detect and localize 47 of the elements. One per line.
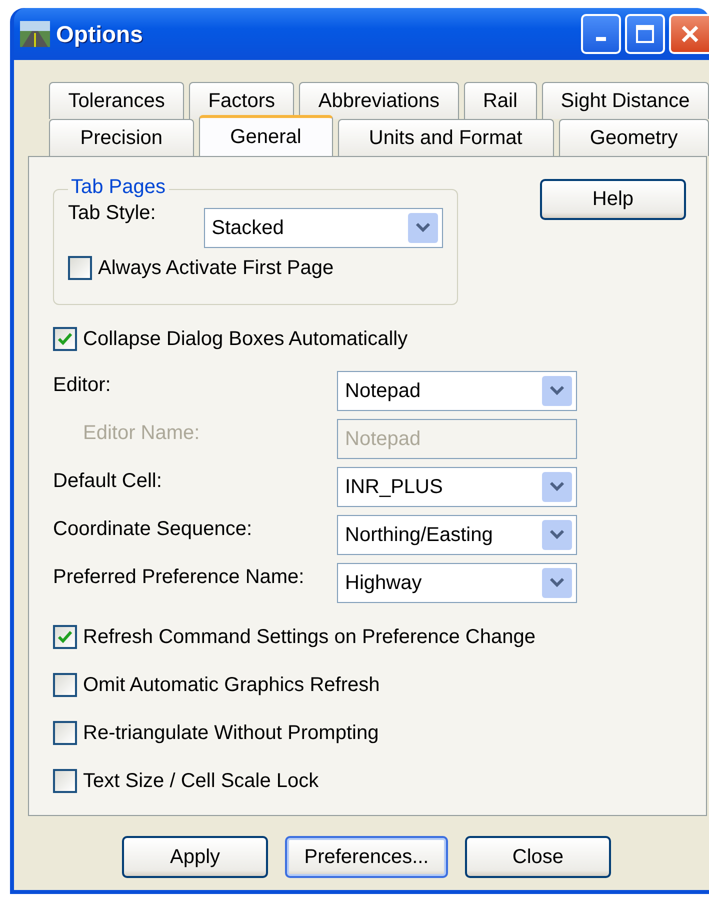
checkbox-label: Collapse Dialog Boxes Automatically [83, 328, 408, 350]
checkbox-label: Refresh Command Settings on Preference Change [83, 626, 536, 648]
dropdown[interactable]: Highway [337, 563, 577, 603]
field-label: Editor Name: [82, 421, 201, 445]
checkbox-label: Always Activate First Page [98, 256, 334, 280]
checkbox-label: Re-triangulate Without Prompting [83, 722, 379, 744]
close-icon [680, 24, 700, 44]
dropdown[interactable]: INR_PLUS [337, 467, 577, 507]
dialog-button[interactable]: Apply [122, 836, 268, 878]
tab[interactable]: Tolerances [49, 82, 184, 119]
check-icon [57, 331, 73, 347]
tab[interactable]: Rail [464, 82, 537, 119]
minimize-icon [596, 37, 606, 41]
tab[interactable]: Factors [189, 82, 294, 119]
dialog-button[interactable]: Close [465, 836, 611, 878]
checkbox[interactable] [68, 256, 92, 280]
window-title: Options [56, 20, 144, 48]
tab[interactable]: Geometry [558, 119, 709, 156]
checkbox-label: Omit Automatic Graphics Refresh [83, 674, 380, 696]
tab[interactable]: Sight Distance [542, 82, 709, 119]
checkbox[interactable] [53, 673, 77, 697]
tab[interactable]: General [198, 115, 333, 156]
field-label: Default Cell: [53, 469, 163, 493]
checkbox-label: Text Size / Cell Scale Lock [83, 770, 319, 792]
field-label: Coordinate Sequence: [53, 517, 254, 541]
dialog-button[interactable]: Preferences... [285, 836, 448, 878]
group-title: Tab Pages [68, 176, 169, 199]
minimize-button[interactable] [581, 14, 621, 54]
field-label: Editor: [53, 373, 112, 397]
tab[interactable]: Abbreviations [299, 82, 459, 119]
tab-style-dropdown[interactable]: Stacked [204, 208, 443, 248]
dropdown[interactable]: Northing/Easting [337, 515, 577, 555]
maximize-icon [635, 24, 655, 44]
maximize-button[interactable] [625, 14, 665, 54]
tab[interactable]: Precision [49, 119, 194, 156]
field-label: Preferred Preference Name: [53, 565, 306, 589]
road-icon [20, 21, 50, 47]
check-icon [57, 629, 73, 645]
close-button[interactable] [669, 14, 709, 54]
checkbox[interactable] [53, 721, 77, 745]
tab[interactable]: Units and Format [338, 119, 554, 156]
field-label: Tab Style: [68, 202, 157, 225]
checkbox[interactable] [53, 625, 77, 649]
dropdown[interactable]: Notepad [337, 371, 577, 411]
help-button[interactable]: Help [540, 179, 686, 220]
checkbox[interactable] [53, 327, 77, 351]
checkbox[interactable] [53, 769, 77, 793]
